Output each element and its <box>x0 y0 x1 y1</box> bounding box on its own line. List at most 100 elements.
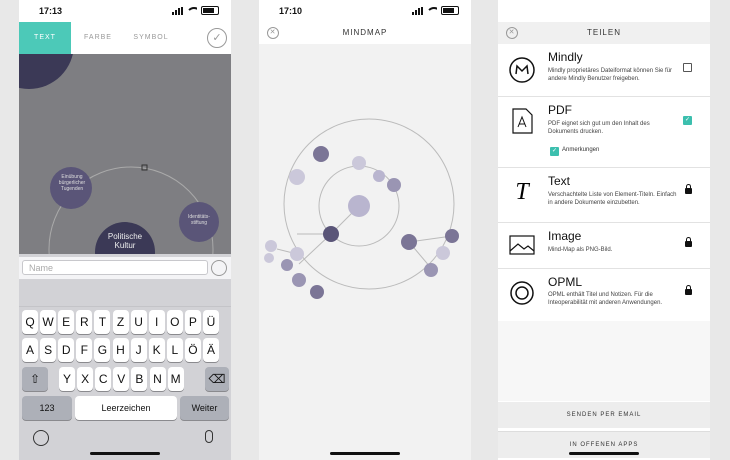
pdf-file-icon <box>512 108 533 134</box>
key-e[interactable]: E <box>58 310 75 334</box>
phone-share: ✕ TEILEN Mindly Mindly proprietäres Date… <box>498 0 710 460</box>
key-q[interactable]: Q <box>22 310 38 334</box>
annotations-checkbox[interactable]: ✓ <box>550 147 559 156</box>
share-option-text[interactable]: T Text Verschachtelte Liste von Element-… <box>498 168 710 223</box>
next-key[interactable]: Weiter <box>180 396 229 420</box>
key-l[interactable]: L <box>166 338 183 362</box>
status-time: 17:13 <box>39 6 63 16</box>
key-u[interactable]: U <box>130 310 147 334</box>
share-option-opml[interactable]: OPML OPML enthält Titel und Notizen. Für… <box>498 269 710 321</box>
mindmap-header: ✕ MINDMAP <box>259 22 471 44</box>
key-m[interactable]: M <box>167 367 184 391</box>
node[interactable] <box>436 246 450 260</box>
node[interactable] <box>445 229 459 243</box>
node[interactable] <box>424 263 438 277</box>
key-y[interactable]: Y <box>59 367 75 391</box>
key-n[interactable]: N <box>149 367 166 391</box>
key-r[interactable]: R <box>76 310 93 334</box>
annotations-label: Anmerkungen <box>562 147 600 153</box>
center-node[interactable] <box>348 195 370 217</box>
phone-edit-node: 17:13 TEXT FARBE SYMBOL ✓ Einübung bürge… <box>19 0 231 460</box>
node[interactable] <box>289 169 305 185</box>
signal-icon <box>412 6 423 15</box>
key-b[interactable]: B <box>131 367 148 391</box>
key-d[interactable]: D <box>58 338 75 362</box>
key-z[interactable]: Z <box>112 310 129 334</box>
close-icon[interactable]: ✕ <box>267 27 279 39</box>
phone-mindmap: 17:10 ✕ MINDMAP <box>259 0 471 460</box>
mindly-checkbox[interactable] <box>683 63 692 72</box>
key-k[interactable]: K <box>148 338 165 362</box>
key-ö[interactable]: Ö <box>184 338 201 362</box>
microphone-icon[interactable] <box>205 430 213 443</box>
node[interactable] <box>401 234 417 250</box>
key-c[interactable]: C <box>95 367 112 391</box>
node-einuebung-label: Einübung bürgerlicher Tugenden <box>58 174 86 192</box>
close-icon[interactable]: ✕ <box>506 27 518 39</box>
node[interactable] <box>264 253 274 263</box>
node[interactable] <box>323 226 339 242</box>
option-desc: Verschachtelte Liste von Element-Titeln.… <box>548 192 677 206</box>
status-bar: 17:13 <box>19 0 231 22</box>
mindmap-title: MINDMAP <box>342 28 388 37</box>
name-bar: Name <box>19 257 231 279</box>
key-t[interactable]: T <box>94 310 111 334</box>
node[interactable] <box>281 259 293 271</box>
share-option-pdf[interactable]: PDF PDF eignet sich gut um den Inhalt de… <box>498 97 710 168</box>
backspace-key[interactable]: ⌫ <box>205 367 229 391</box>
option-title: PDF <box>548 103 572 117</box>
node[interactable] <box>387 178 401 192</box>
node[interactable] <box>290 247 304 261</box>
key-i[interactable]: I <box>148 310 165 334</box>
key-ü[interactable]: Ü <box>203 310 219 334</box>
option-title: Mindly <box>548 50 583 64</box>
key-o[interactable]: O <box>166 310 183 334</box>
lock-icon <box>685 237 692 247</box>
name-input[interactable]: Name <box>22 260 208 275</box>
share-option-mindly[interactable]: Mindly Mindly proprietäres Dateiformat k… <box>498 44 710 97</box>
confirm-check-icon[interactable]: ✓ <box>207 28 227 48</box>
status-bar: 17:10 <box>259 0 471 22</box>
share-spacer <box>498 321 710 401</box>
node[interactable] <box>292 273 306 287</box>
mindly-logo-icon <box>509 57 535 83</box>
image-icon <box>509 235 535 255</box>
emoji-icon[interactable] <box>33 430 49 446</box>
send-email-button[interactable]: SENDEN PER EMAIL <box>498 402 710 428</box>
pdf-checkbox[interactable]: ✓ <box>683 116 692 125</box>
tab-text[interactable]: TEXT <box>19 22 71 54</box>
node[interactable] <box>265 240 277 252</box>
key-x[interactable]: X <box>77 367 94 391</box>
share-option-image[interactable]: Image Mind-Map als PNG-Bild. <box>498 223 710 269</box>
node[interactable] <box>313 146 329 162</box>
key-h[interactable]: H <box>112 338 129 362</box>
keyboard-suggestions <box>19 282 231 307</box>
share-title: TEILEN <box>586 28 621 37</box>
key-ä[interactable]: Ä <box>203 338 219 362</box>
home-indicator <box>90 452 160 455</box>
tab-farbe[interactable]: FARBE <box>75 22 121 54</box>
shift-key[interactable]: ⇧ <box>22 367 48 391</box>
key-g[interactable]: G <box>94 338 111 362</box>
status-time: 17:10 <box>279 6 303 16</box>
tab-symbol[interactable]: SYMBOL <box>125 22 177 54</box>
key-v[interactable]: V <box>113 367 130 391</box>
key-j[interactable]: J <box>130 338 147 362</box>
key-f[interactable]: F <box>76 338 93 362</box>
space-key[interactable]: Leerzeichen <box>75 396 177 420</box>
key-p[interactable]: P <box>184 310 201 334</box>
trash-icon[interactable] <box>211 260 227 276</box>
key-w[interactable]: W <box>40 310 57 334</box>
option-desc: PDF eignet sich gut um den Inhalt des Do… <box>548 121 650 135</box>
option-title: Text <box>548 174 571 188</box>
signal-icon <box>172 6 183 15</box>
key-a[interactable]: A <box>22 338 38 362</box>
share-header: ✕ TEILEN <box>498 22 710 44</box>
node[interactable] <box>352 156 366 170</box>
node[interactable] <box>373 170 385 182</box>
node[interactable] <box>310 285 324 299</box>
key-s[interactable]: S <box>40 338 57 362</box>
root-node[interactable] <box>19 54 74 89</box>
mindmap-canvas-dimmed: Einübung bürgerlicher Tugenden Identität… <box>19 54 231 254</box>
numbers-key[interactable]: 123 <box>22 396 72 420</box>
